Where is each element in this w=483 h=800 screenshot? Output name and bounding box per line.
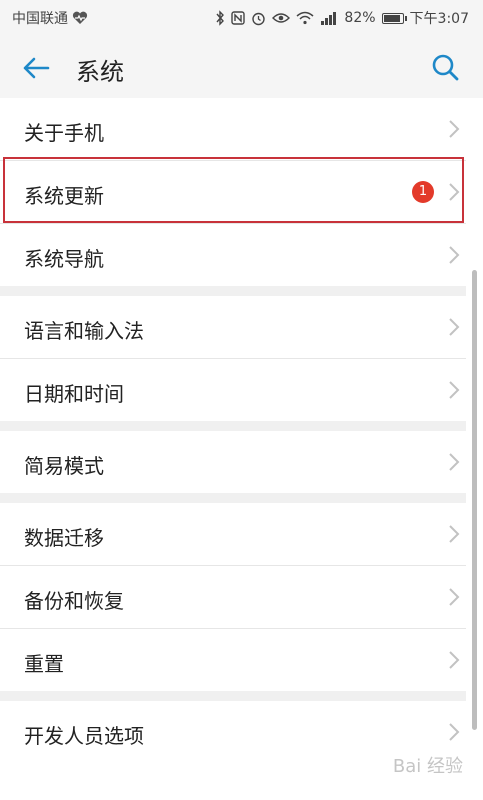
- settings-item-label: 关于手机: [24, 121, 104, 145]
- clock: 下午3:07: [409, 11, 469, 27]
- alarm-icon: [251, 11, 266, 26]
- app-bar: 系统: [0, 36, 483, 98]
- scrollbar[interactable]: [472, 270, 477, 730]
- chevron-right-icon: [449, 588, 460, 606]
- chevron-right-icon: [449, 318, 460, 336]
- status-bar: 中国联通 82% 下午3:07: [0, 0, 483, 36]
- chevron-right-icon: [449, 183, 460, 201]
- settings-item-about-phone[interactable]: 关于手机: [0, 98, 466, 161]
- chevron-right-icon: [449, 453, 460, 471]
- settings-item-date-time[interactable]: 日期和时间: [0, 359, 466, 421]
- eye-icon: [272, 12, 291, 24]
- search-button[interactable]: [429, 51, 461, 83]
- status-left: 中国联通: [12, 8, 88, 28]
- settings-item-label: 数据迁移: [24, 526, 104, 550]
- chevron-right-icon: [449, 120, 460, 138]
- settings-item-language-input[interactable]: 语言和输入法: [0, 296, 466, 359]
- chevron-right-icon: [449, 246, 460, 264]
- settings-item-label: 开发人员选项: [24, 724, 144, 748]
- battery-percent: 82%: [344, 10, 376, 26]
- search-icon: [432, 54, 459, 81]
- carrier-label: 中国联通: [12, 11, 68, 27]
- settings-item-system-navigation[interactable]: 系统导航: [0, 224, 466, 286]
- battery-icon: [381, 12, 407, 24]
- settings-item-reset[interactable]: 重置: [0, 629, 466, 691]
- update-badge: 1: [412, 181, 434, 203]
- bluetooth-icon: [215, 10, 225, 26]
- page-title: 系统: [76, 58, 124, 86]
- settings-item-label: 系统更新: [24, 184, 104, 208]
- wifi-icon: [296, 11, 314, 25]
- settings-item-label: 语言和输入法: [24, 319, 144, 343]
- settings-item-system-update[interactable]: 系统更新 1: [0, 161, 466, 224]
- settings-item-label: 日期和时间: [24, 382, 124, 406]
- chevron-right-icon: [449, 723, 460, 741]
- settings-item-data-migration[interactable]: 数据迁移: [0, 503, 466, 566]
- chevron-right-icon: [449, 525, 460, 543]
- arrow-left-icon: [23, 57, 50, 79]
- signal-icon: [320, 11, 338, 25]
- group-divider: [0, 286, 466, 296]
- chevron-right-icon: [449, 381, 460, 399]
- settings-list: 关于手机 系统更新 1 系统导航 语言和输入法 日期和时间 简易模式 数据迁移 …: [0, 98, 466, 763]
- chevron-right-icon: [449, 651, 460, 669]
- nfc-icon: [231, 11, 246, 25]
- settings-item-simple-mode[interactable]: 简易模式: [0, 431, 466, 493]
- status-right: 82% 下午3:07: [215, 8, 469, 28]
- settings-item-label: 备份和恢复: [24, 589, 124, 613]
- settings-item-label: 系统导航: [24, 247, 104, 271]
- settings-item-backup-restore[interactable]: 备份和恢复: [0, 566, 466, 629]
- heart-pulse-icon: [72, 11, 88, 25]
- group-divider: [0, 493, 466, 503]
- group-divider: [0, 691, 466, 701]
- watermark: Bai 经验: [392, 756, 463, 777]
- settings-item-label: 简易模式: [24, 454, 104, 478]
- settings-item-label: 重置: [24, 652, 64, 676]
- group-divider: [0, 421, 466, 431]
- back-button[interactable]: [20, 52, 52, 84]
